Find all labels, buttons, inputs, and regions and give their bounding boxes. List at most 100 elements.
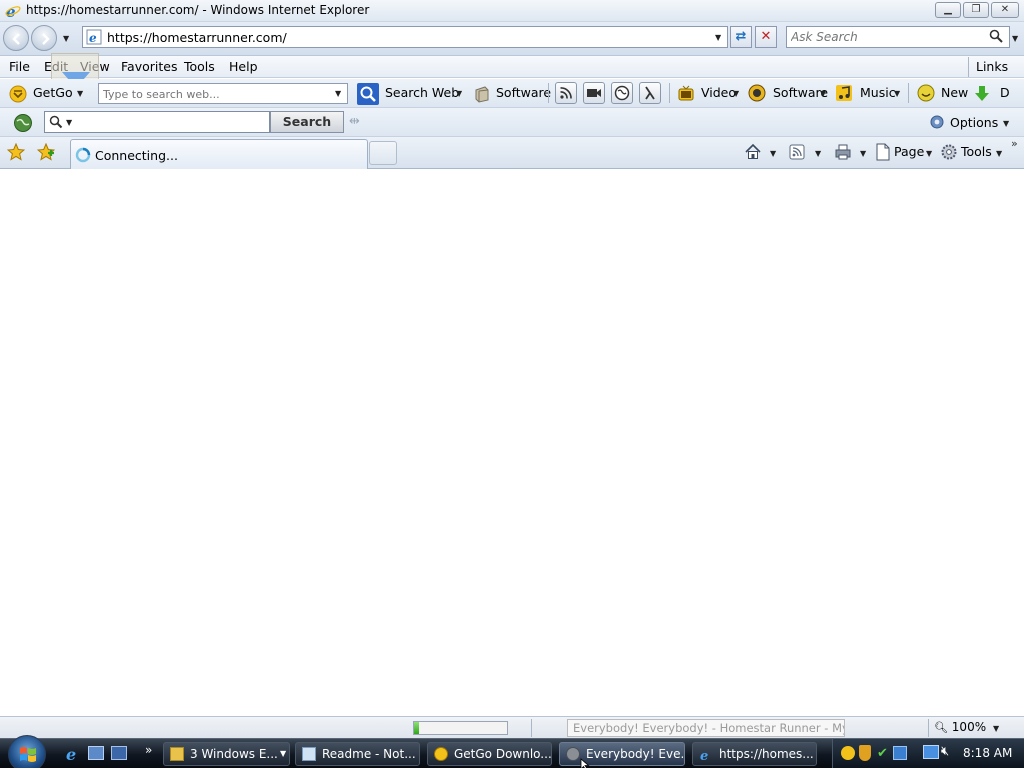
links-button[interactable]: Links (976, 59, 1008, 74)
add-favorite-icon[interactable] (36, 142, 56, 161)
stop-button[interactable]: ✕ (755, 26, 777, 48)
getgo-search-input[interactable] (103, 86, 328, 102)
search-web-button[interactable]: Search Web (385, 85, 459, 100)
start-button[interactable] (8, 735, 46, 768)
divider (908, 83, 909, 103)
tray-getgo-icon[interactable] (841, 746, 855, 760)
getgo-search-dropdown-icon[interactable]: ▼ (335, 89, 341, 98)
page-icon: e (86, 29, 102, 45)
divider (968, 57, 969, 77)
taskbar-item-label: GetGo Downlo... (454, 747, 552, 761)
address-dropdown-icon[interactable]: ▼ (715, 33, 721, 42)
rss-button[interactable] (555, 82, 577, 104)
tools-menu-button[interactable]: Tools (961, 144, 992, 159)
quicklaunch-switch-windows-icon[interactable] (111, 746, 127, 760)
globe-button[interactable] (611, 82, 633, 104)
zoom-dropdown-icon[interactable]: ▼ (993, 724, 999, 733)
progress-fill (414, 722, 419, 734)
menu-help[interactable]: Help (229, 59, 258, 74)
refresh-button[interactable]: ⇄ (730, 26, 752, 48)
back-button[interactable] (3, 25, 29, 51)
menu-favorites[interactable]: Favorites (121, 59, 177, 74)
taskbar-item-ie[interactable]: e https://homes... (692, 742, 817, 766)
search-magnifier-icon[interactable] (989, 29, 1003, 46)
minimize-button[interactable]: ▁ (935, 2, 961, 18)
forward-button[interactable] (31, 25, 57, 51)
divider (548, 83, 549, 103)
svg-text:e: e (700, 749, 708, 762)
taskbar-item-explorer[interactable]: 3 Windows E... ▼ (163, 742, 290, 766)
music-menu-button[interactable]: Music (860, 85, 896, 100)
new-button[interactable]: New (941, 85, 968, 100)
options-button[interactable]: Options (950, 115, 998, 130)
getgo-search-box[interactable]: ▼ (98, 83, 348, 104)
software-dropdown-icon[interactable]: ▼ (820, 89, 826, 98)
ask-search-input[interactable] (791, 29, 981, 45)
print-icon[interactable] (834, 143, 852, 161)
toolbar-grip-icon[interactable]: ⇹ (349, 114, 360, 129)
zoom-button[interactable]: 🔍︎ 100% (934, 720, 986, 734)
taskbar-item-notepad[interactable]: Readme - Not... (295, 742, 420, 766)
toolbar-overflow-icon[interactable]: » (1011, 137, 1018, 150)
taskbar-item-label: https://homes... (719, 747, 814, 761)
tab-connecting[interactable]: Connecting... (70, 139, 368, 169)
video-camera-button[interactable] (583, 82, 605, 104)
ask-globe-icon[interactable] (13, 113, 32, 132)
ask-toolbar: ▼ Search ⇹ Options ▼ (0, 108, 1024, 137)
page-dropdown-icon[interactable]: ▼ (926, 149, 932, 158)
tray-monitor-icon[interactable] (923, 745, 939, 759)
tray-volume-muted-icon[interactable]: 🔇︎ (941, 744, 949, 759)
ask-search-button[interactable]: Search (270, 111, 344, 133)
stop-icon: ✕ (760, 29, 772, 44)
getgo-menu-dropdown-icon[interactable]: ▼ (77, 89, 83, 98)
history-dropdown-icon[interactable]: ▼ (63, 34, 69, 43)
feeds-icon[interactable] (789, 144, 807, 162)
search-web-icon[interactable] (357, 83, 379, 105)
globe-icon (614, 85, 630, 101)
download-overflow-button[interactable]: D (1000, 85, 1010, 100)
ask-search-box[interactable] (786, 26, 1010, 48)
new-tab-button[interactable] (369, 141, 397, 165)
tray-network-icon[interactable] (893, 746, 907, 760)
favorites-star-icon[interactable] (6, 142, 26, 161)
tools-dropdown-icon[interactable]: ▼ (996, 149, 1002, 158)
print-dropdown-icon[interactable]: ▼ (860, 149, 866, 158)
page-menu-button[interactable]: Page (894, 144, 924, 159)
tray-shield-icon[interactable] (859, 745, 871, 761)
getgo-brand-button[interactable]: GetGo (33, 85, 73, 100)
taskbar-item-mypal[interactable]: Everybody! Eve... (559, 742, 685, 766)
lambda-button[interactable] (639, 82, 661, 104)
music-dropdown-icon[interactable]: ▼ (894, 89, 900, 98)
divider (669, 83, 670, 103)
getgo-toolbar: GetGo ▼ ▼ Search Web ▼ Software Video ▼ … (0, 79, 1024, 108)
svg-text:e: e (89, 31, 97, 45)
page-content-area[interactable] (0, 170, 1024, 715)
options-dropdown-icon[interactable]: ▼ (1003, 119, 1009, 128)
zoom-magnifier-icon: 🔍︎ (934, 721, 948, 734)
menu-tools[interactable]: Tools (184, 59, 215, 74)
tray-checkmark-icon[interactable]: ✔ (877, 746, 888, 761)
address-field[interactable]: e https://homestarrunner.com/ ▼ (82, 26, 728, 48)
software-button[interactable]: Software (496, 85, 551, 100)
menu-file[interactable]: File (9, 59, 30, 74)
quicklaunch-desktop-icon[interactable] (88, 746, 104, 760)
ask-search-dropdown-icon[interactable]: ▼ (66, 118, 72, 127)
software-box-icon (473, 85, 491, 103)
new-smiley-icon (917, 84, 935, 102)
video-dropdown-icon[interactable]: ▼ (733, 89, 739, 98)
page-icon (875, 143, 893, 161)
close-button[interactable]: ✕ (991, 2, 1019, 18)
menu-bar: File Edit View Favorites Tools Help Link… (0, 56, 1024, 78)
search-options-icon[interactable]: ▼ (1012, 34, 1018, 43)
quicklaunch-overflow-icon[interactable]: » (145, 743, 152, 757)
taskbar-item-getgo[interactable]: GetGo Downlo... (427, 742, 552, 766)
ask-toolbar-search-box[interactable]: ▼ (44, 111, 270, 133)
feeds-dropdown-icon[interactable]: ▼ (815, 149, 821, 158)
restore-button[interactable]: ❐ (963, 2, 989, 18)
search-web-dropdown-icon[interactable]: ▼ (456, 89, 462, 98)
home-icon[interactable] (744, 143, 762, 161)
home-dropdown-icon[interactable]: ▼ (770, 149, 776, 158)
clock[interactable]: 8:18 AM (963, 746, 1012, 760)
quicklaunch-ie-icon[interactable]: e (64, 745, 82, 766)
video-menu-button[interactable]: Video (701, 85, 736, 100)
